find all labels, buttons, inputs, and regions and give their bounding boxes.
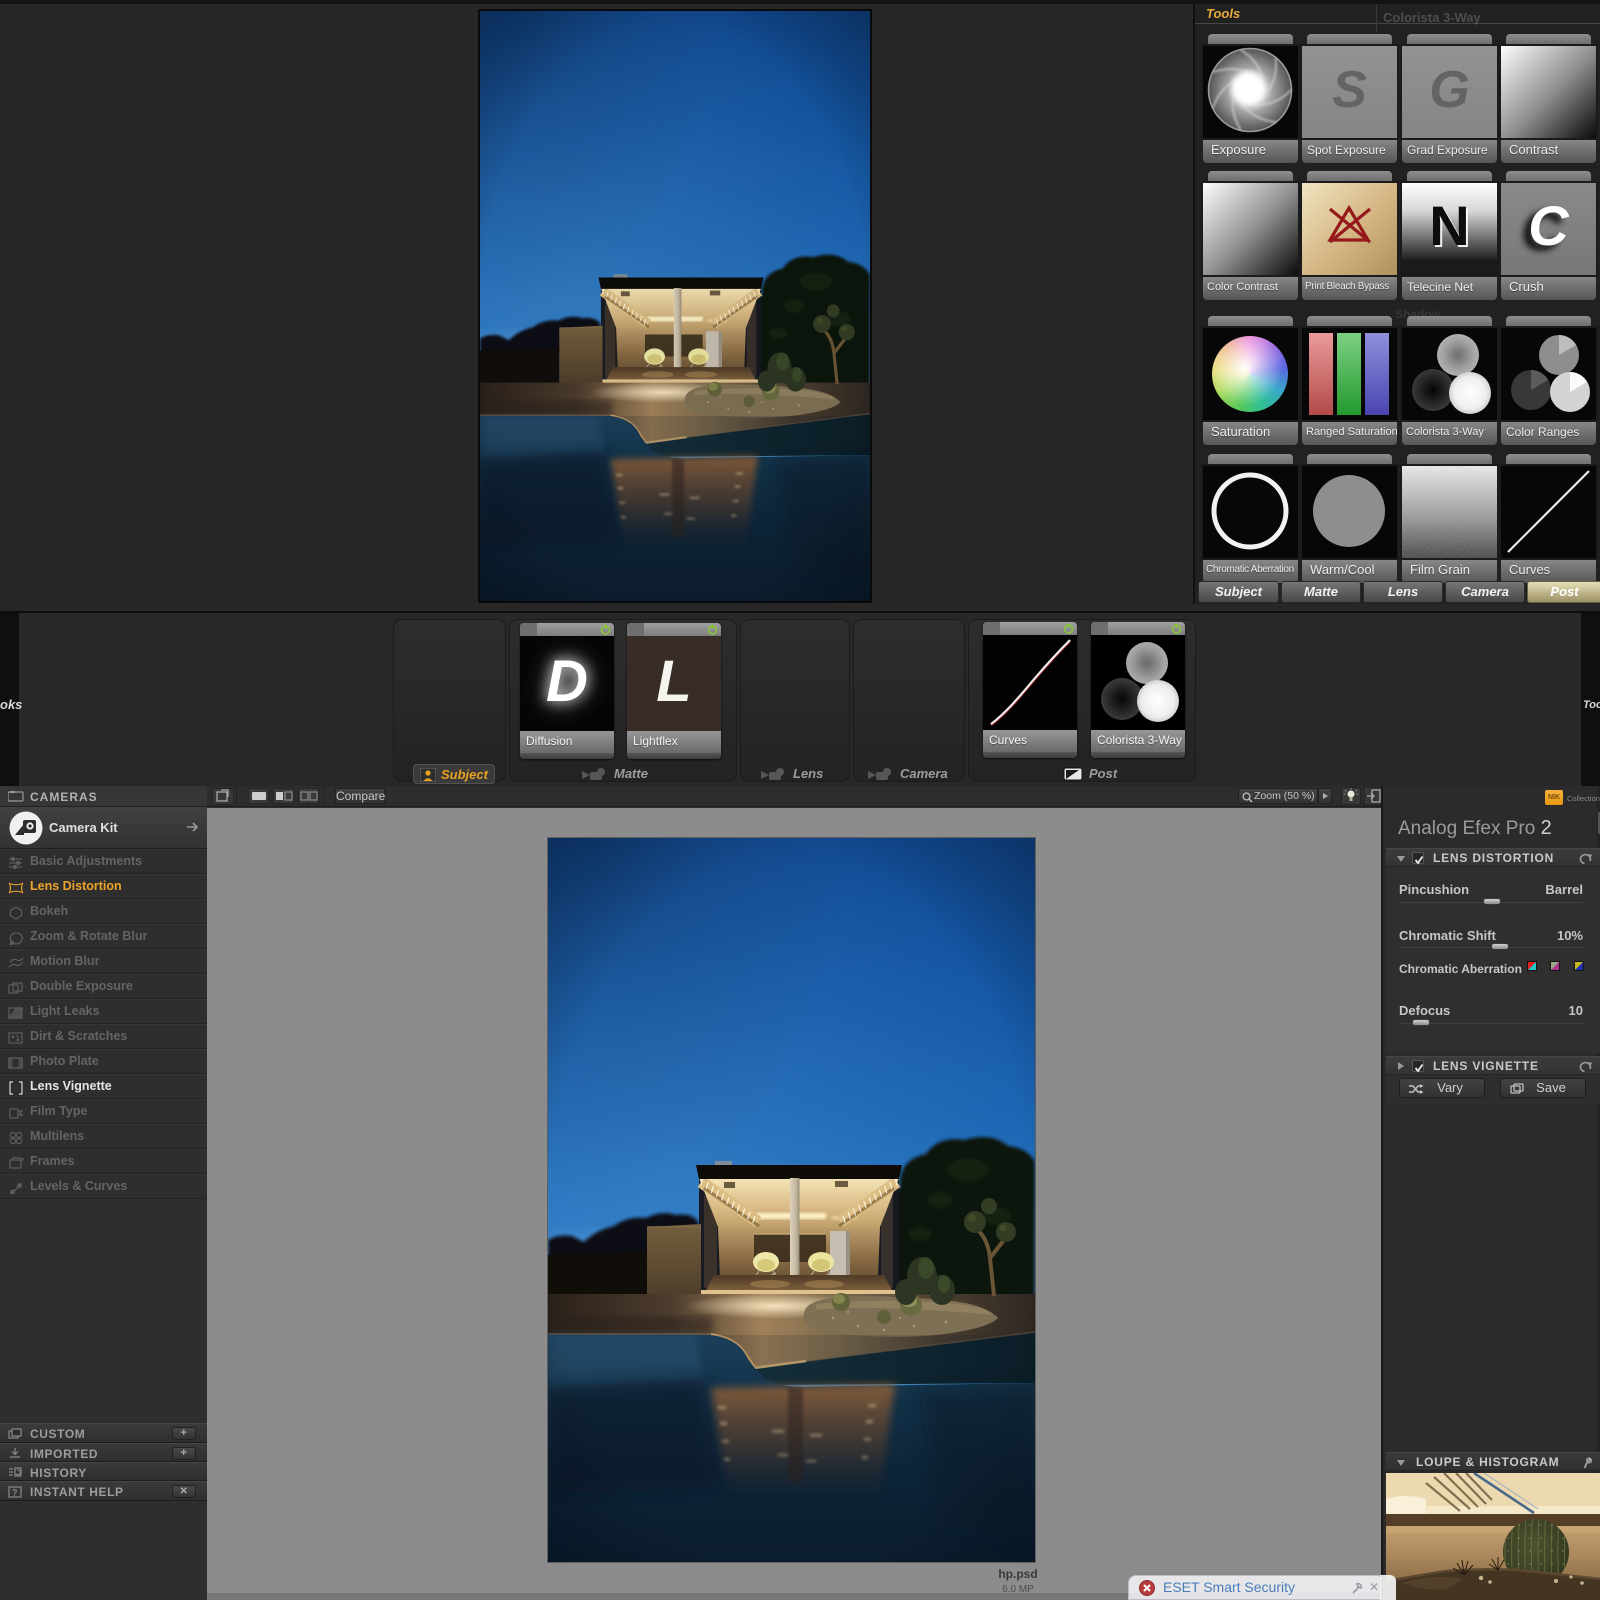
svg-text:?: ?: [12, 1488, 18, 1498]
